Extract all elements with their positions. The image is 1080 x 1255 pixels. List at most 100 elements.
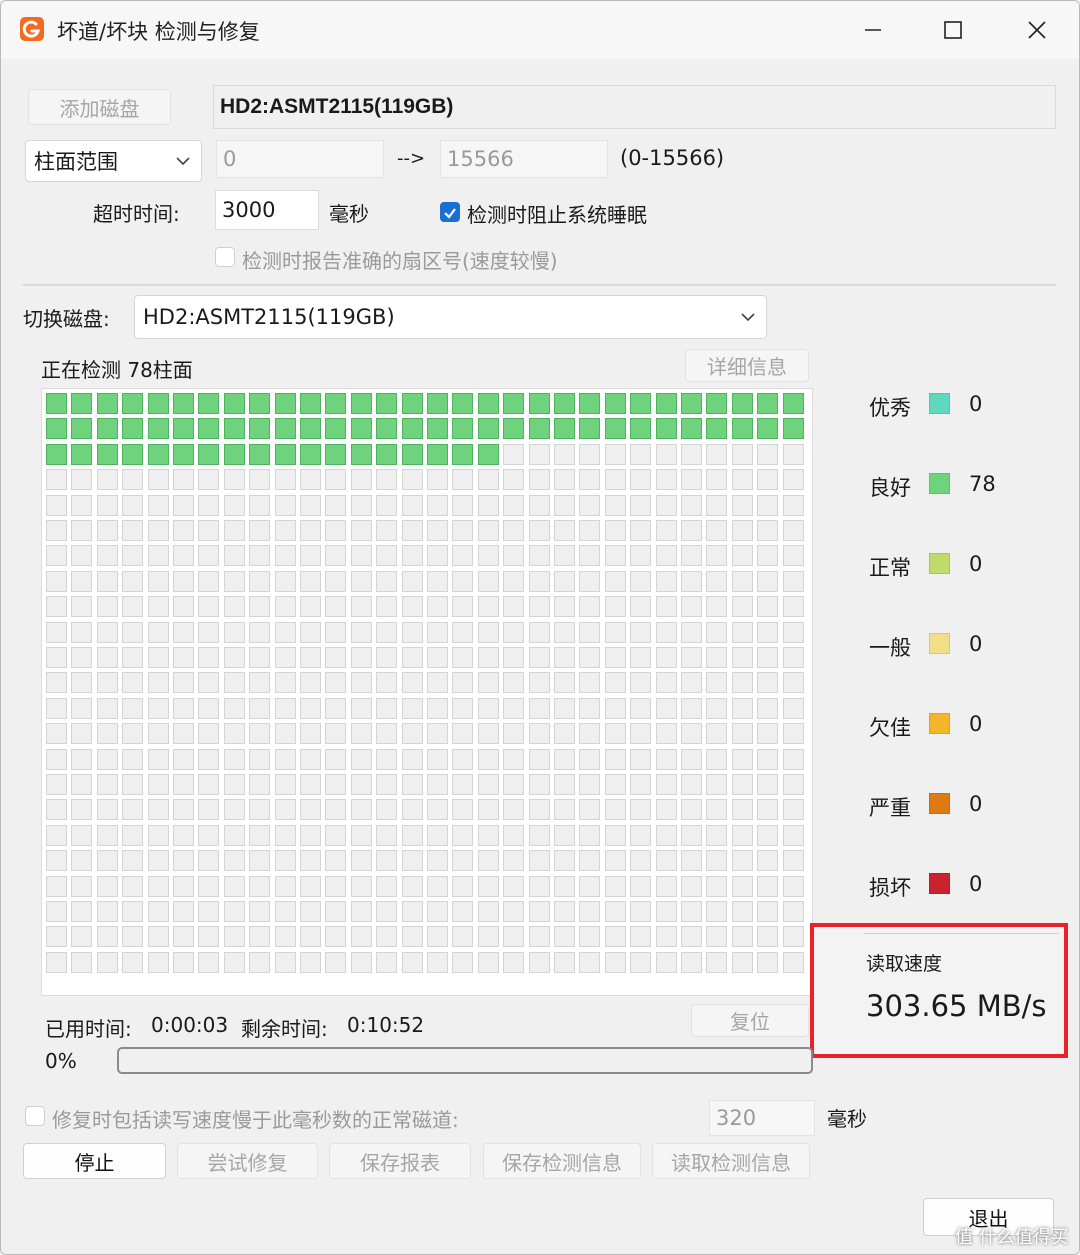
sector-cell [46,494,67,516]
minimize-button[interactable] [853,11,893,49]
sector-cell [604,850,626,872]
sector-cell [223,647,245,668]
range-start-input[interactable]: 0 [216,140,384,178]
switch-disk-value: HD2:ASMT2115(119GB) [143,305,395,329]
sector-cell [681,596,702,618]
sector-cell [96,748,118,770]
stop-button[interactable]: 停止 [23,1143,166,1179]
sector-cell [46,748,67,770]
sector-cell [249,748,271,770]
range-end-input[interactable]: 15566 [440,140,608,178]
sector-cell [376,926,398,948]
sector-cell [706,469,728,491]
sector-cell [46,926,67,948]
sector-cell [300,824,321,846]
sector-cell [376,596,398,618]
save-scan-info-button[interactable]: 保存检测信息 [483,1143,641,1179]
sector-cell [757,875,779,897]
sector-cell [274,545,296,567]
sector-cell [147,469,169,491]
sector-cell [579,494,601,516]
sector-cell [655,951,677,973]
sector-cell [96,774,118,795]
sector-cell [46,774,67,795]
save-report-button[interactable]: 保存报表 [329,1143,471,1179]
sector-cell [757,850,779,872]
sector-cell [757,672,779,694]
sector-cell [477,621,499,643]
reset-button[interactable]: 复位 [691,1004,809,1037]
sector-cell [579,545,601,567]
sector-cell [376,647,398,668]
sector-cell [681,697,702,719]
sector-cell [452,570,474,592]
sector-cell [477,748,499,770]
slow-threshold-input[interactable]: 320 [709,1100,815,1136]
sector-cell [300,697,321,719]
prevent-sleep-checkbox[interactable] [440,202,460,222]
report-sector-checkbox[interactable] [215,247,235,267]
sector-cell [300,748,321,770]
switch-disk-select[interactable]: HD2:ASMT2115(119GB) [134,295,767,339]
sector-cell [71,901,93,922]
sector-cell [731,723,753,745]
sector-cell [706,774,728,795]
sector-cell [503,545,525,567]
sector-cell [757,443,779,465]
sector-cell [655,469,677,491]
sector-cell [731,469,753,491]
sector-cell [249,672,271,694]
timeout-input[interactable]: 3000 [215,190,319,230]
sector-cell [706,951,728,973]
legend-count: 0 [969,392,983,416]
sector-cell [173,850,194,872]
close-button[interactable] [1017,11,1057,49]
sector-cell [528,469,550,491]
progress-bar [117,1047,813,1074]
sector-cell [604,418,626,440]
include-slow-checkbox[interactable] [25,1106,45,1126]
sector-cell [528,647,550,668]
sector-cell [579,596,601,618]
sector-cell [477,469,499,491]
sector-cell [96,901,118,922]
sector-cell [325,748,347,770]
range-mode-select[interactable]: 柱面范围 [25,140,202,182]
sector-cell [71,926,93,948]
sector-cell [249,723,271,745]
sector-cell [579,570,601,592]
sector-cell [452,850,474,872]
sector-cell [122,469,144,491]
sector-cell [223,393,245,414]
add-disk-button[interactable]: 添加磁盘 [28,89,171,125]
sector-cell [706,418,728,440]
sector-cell [579,875,601,897]
sector-cell [300,647,321,668]
sector-cell [274,901,296,922]
load-scan-info-button[interactable]: 读取检测信息 [652,1143,810,1179]
sector-cell [630,570,652,592]
details-button[interactable]: 详细信息 [685,349,809,382]
sector-cell [122,393,144,414]
sector-cell [274,570,296,592]
sector-cell [503,799,525,821]
sector-cell [528,545,550,567]
sector-cell [96,951,118,973]
sector-cell [223,951,245,973]
sector-cell [731,951,753,973]
sector-cell [249,850,271,872]
sector-cell [300,393,321,414]
sector-cell [198,494,220,516]
try-repair-button[interactable]: 尝试修复 [177,1143,318,1179]
sector-cell [503,723,525,745]
sector-cell [325,926,347,948]
sector-cell [655,799,677,821]
sector-cell [274,748,296,770]
maximize-button[interactable] [933,11,973,49]
sector-cell [198,520,220,541]
sector-cell [223,774,245,795]
sector-cell [630,418,652,440]
watermark: 值 什么值得买 [955,1227,1069,1248]
sector-cell [528,748,550,770]
sector-cell [46,850,67,872]
